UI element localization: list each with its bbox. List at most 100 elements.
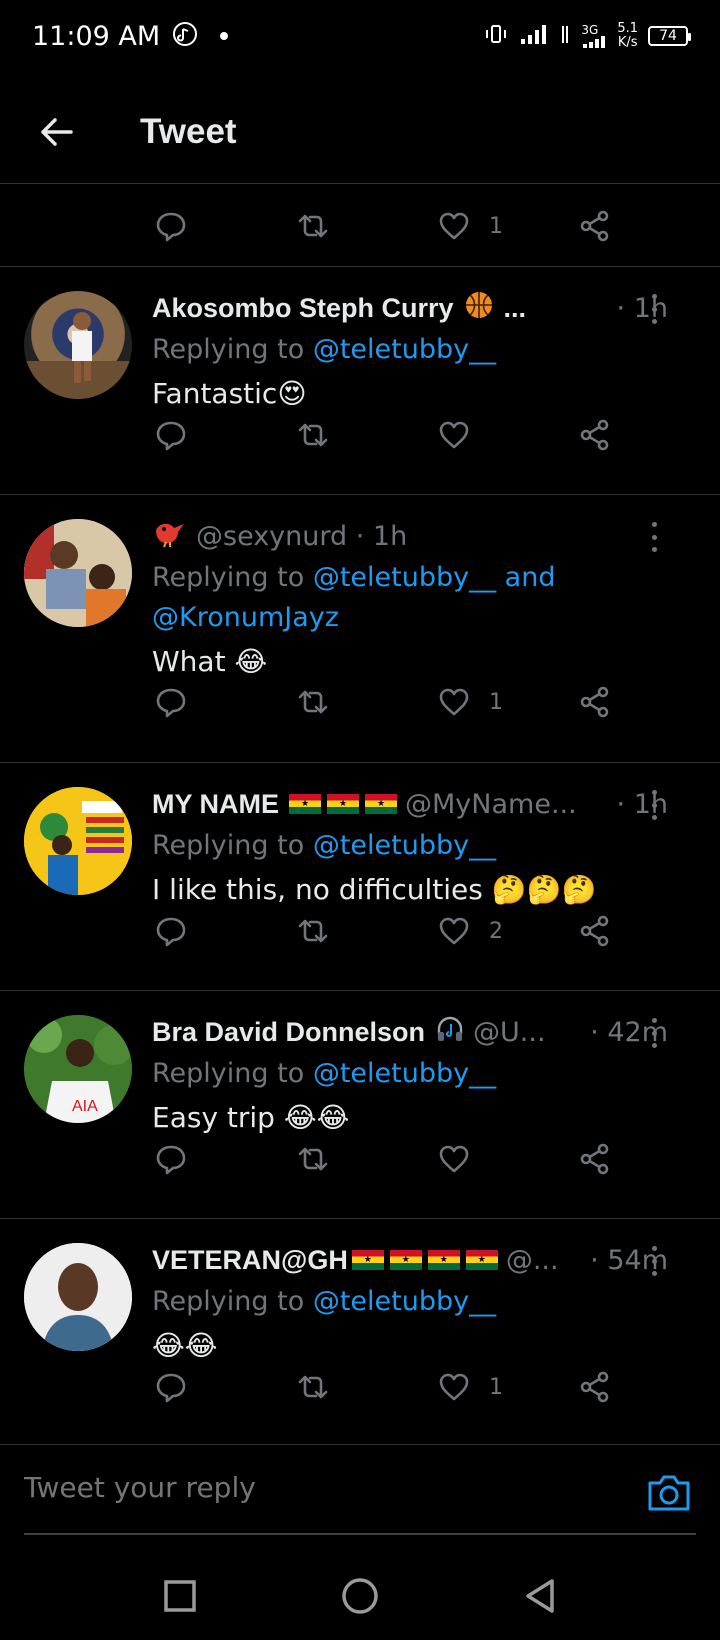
share-button[interactable] [578, 1142, 612, 1176]
reply-tweet[interactable]: Akosombo Steph Curry ... · 1h Replying t… [0, 280, 720, 496]
reply-button[interactable] [154, 418, 188, 452]
divider [0, 990, 720, 991]
reply-button[interactable] [154, 209, 188, 243]
heart-icon [439, 421, 469, 449]
data-arrows-icon [559, 23, 571, 49]
reply-composer [0, 1444, 720, 1548]
share-icon [580, 915, 609, 947]
reply-button[interactable] [154, 685, 188, 719]
retweet-button[interactable] [296, 418, 330, 452]
speed-value: 5.1 [617, 21, 638, 36]
avatar[interactable] [24, 787, 132, 895]
reply-button[interactable] [154, 914, 188, 948]
retweet-button[interactable] [296, 685, 330, 719]
like-button[interactable] [437, 418, 471, 452]
retweet-icon [298, 1375, 328, 1399]
reply-tweet[interactable]: MY NAME @MyName... · 1h Replying to @tel… [0, 776, 720, 992]
more-options-button[interactable] [652, 1018, 664, 1048]
share-button[interactable] [578, 685, 612, 719]
more-options-button[interactable] [652, 1246, 664, 1276]
share-button[interactable] [578, 914, 612, 948]
display-name[interactable]: Bra David Donnelson [152, 1017, 425, 1048]
replying-to: Replying to @teletubby__ and @KronumJayz [152, 558, 690, 638]
like-button[interactable] [437, 1142, 471, 1176]
status-time: 11:09 AM [32, 20, 161, 52]
like-count: 1 [489, 689, 503, 715]
system-nav-bar [0, 1548, 720, 1640]
back-nav-button[interactable] [520, 1576, 560, 1616]
avatar[interactable]: AIA [24, 1015, 132, 1123]
like-button[interactable]: 1 [437, 685, 503, 719]
share-icon [580, 1371, 609, 1403]
retweet-icon [298, 919, 328, 943]
replying-to: Replying to @teletubby__ [152, 1282, 690, 1322]
camera-button[interactable] [646, 1473, 692, 1513]
divider [0, 762, 720, 763]
reply-button[interactable] [154, 1142, 188, 1176]
avatar[interactable] [24, 1243, 132, 1351]
reply-tweet[interactable]: @sexynurd · 1h Replying to @teletubby__ … [0, 508, 720, 760]
signal-icon [519, 23, 549, 49]
recents-button[interactable] [160, 1576, 200, 1616]
user-handle[interactable]: @... [506, 1245, 559, 1276]
back-button[interactable] [26, 102, 86, 162]
retweet-icon [298, 214, 328, 238]
reply-button[interactable] [154, 1370, 188, 1404]
share-button[interactable] [578, 1370, 612, 1404]
share-button[interactable] [578, 418, 612, 452]
ghana-flag-icon [285, 794, 398, 814]
reply-input[interactable] [24, 1471, 614, 1504]
notification-dot-icon [220, 32, 229, 40]
tweet-time: · 42m [590, 1016, 668, 1048]
more-options-button[interactable] [652, 294, 664, 324]
user-handle[interactable]: @sexynurd · 1h [196, 521, 407, 552]
mention-link[interactable]: @teletubby__ [313, 830, 496, 861]
reply-tweet[interactable]: AIA Bra David Donnelson @U... · 42m Repl… [0, 1004, 720, 1220]
reply-tweet[interactable]: VETERAN@GH @... · 54m Replying to @telet… [0, 1232, 720, 1444]
name-truncation: ... [503, 292, 527, 323]
avatar[interactable] [24, 291, 132, 399]
retweet-button[interactable] [296, 1142, 330, 1176]
retweet-button[interactable] [296, 1370, 330, 1404]
circle-icon [342, 1578, 378, 1614]
heart-icon [439, 917, 469, 945]
mention-link[interactable]: @teletubby__ [313, 1286, 496, 1317]
replying-prefix: Replying to [152, 562, 313, 593]
heart-icon [439, 1373, 469, 1401]
retweet-button[interactable] [296, 209, 330, 243]
more-options-button[interactable] [652, 790, 664, 820]
reply-icon [156, 421, 186, 451]
divider [0, 494, 720, 495]
mention-link[interactable]: @teletubby__ [313, 1058, 496, 1089]
mention-link[interactable]: @teletubby__ [313, 334, 496, 365]
display-name[interactable]: Akosombo Steph Curry [152, 293, 454, 324]
replying-to: Replying to @teletubby__ [152, 1054, 690, 1094]
user-handle[interactable]: @MyName... [405, 789, 577, 820]
network-speed: 5.1 K/s [617, 22, 638, 50]
replying-prefix: Replying to [152, 830, 313, 861]
reply-input-underline [24, 1533, 696, 1535]
display-name[interactable]: VETERAN@GH [152, 1245, 348, 1276]
avatar[interactable] [24, 519, 132, 627]
home-button[interactable] [340, 1576, 380, 1616]
reply-icon [156, 1145, 186, 1175]
back-arrow-icon [41, 117, 73, 146]
divider [0, 1218, 720, 1219]
retweet-icon [298, 690, 328, 714]
replying-to: Replying to @teletubby__ [152, 826, 690, 866]
display-name[interactable]: MY NAME [152, 789, 279, 820]
like-button[interactable]: 2 [437, 914, 503, 948]
retweet-icon [298, 1147, 328, 1171]
user-handle[interactable]: @U... [473, 1017, 546, 1048]
like-button[interactable]: 1 [437, 209, 503, 243]
reply-icon [156, 212, 186, 242]
more-options-button[interactable] [652, 522, 664, 552]
svg-text:AIA: AIA [72, 1098, 98, 1115]
retweet-icon [298, 423, 328, 447]
reply-icon [156, 917, 186, 947]
share-button[interactable] [578, 209, 612, 243]
retweet-button[interactable] [296, 914, 330, 948]
tweet-time: · 54m [590, 1244, 668, 1276]
like-button[interactable]: 1 [437, 1370, 503, 1404]
replying-prefix: Replying to [152, 1286, 313, 1317]
